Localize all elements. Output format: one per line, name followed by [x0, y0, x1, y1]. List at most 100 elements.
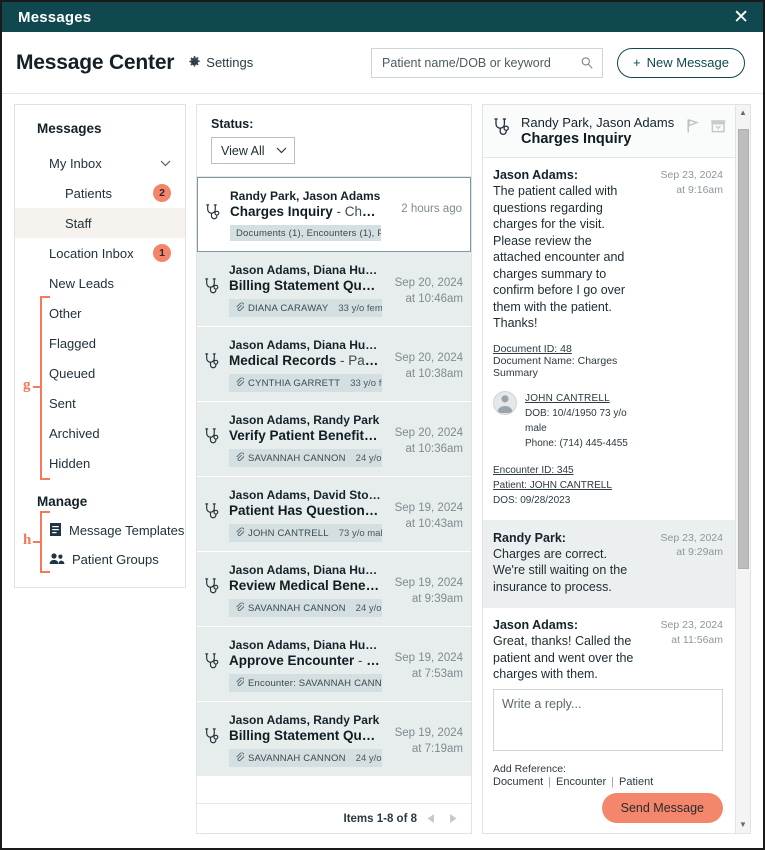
message-subject: Charges Inquiry - Charge…: [230, 204, 381, 219]
message-subject-main: Billing Statement Ques: [229, 278, 377, 293]
scrollbar-thumb[interactable]: [737, 129, 749, 569]
message-tag-name: CYNTHIA GARRETT: [248, 377, 341, 389]
detail-subject: Charges Inquiry: [521, 131, 632, 147]
annotation-bracket-h: [40, 511, 50, 573]
message-list-item[interactable]: Jason Adams, Randy Park Verify Patient Be…: [197, 402, 471, 477]
message-tag-name: SAVANNAH CANNON: [248, 752, 346, 764]
sidebar: Messages My Inbox Patients 2 Staff Location …: [14, 104, 186, 588]
message-subject-main: Verify Patient Benefits: [229, 428, 372, 443]
sidebar-item-label: Hidden: [49, 455, 91, 471]
search-box[interactable]: [371, 47, 604, 78]
message-subject-preview: - Patient…: [340, 353, 382, 368]
status-filter-bar: Status: View All: [197, 105, 471, 177]
message-list-item[interactable]: Jason Adams, Diana Hudson Billing Stateme…: [197, 252, 471, 327]
search-input[interactable]: [382, 55, 581, 70]
message-subject-main: Medical Records: [229, 353, 337, 368]
sidebar-item-label: Sent: [49, 395, 76, 411]
message-tag-demographics: 33 y/o female: [350, 377, 382, 389]
send-message-button[interactable]: Send Message: [601, 793, 723, 823]
message-list-item[interactable]: Jason Adams, Diana Hudson Medical Records…: [197, 327, 471, 402]
message-list-item[interactable]: Jason Adams, Diana Hudson Review Medical …: [197, 552, 471, 627]
message-reference-tag: Encounter: SAVANNAH CANNON: [229, 674, 382, 692]
scroll-down-icon[interactable]: ▼: [739, 819, 747, 831]
sidebar-item-new-leads[interactable]: New Leads: [15, 268, 185, 298]
annotation-dash-g: [33, 386, 40, 388]
message-item-body: Jason Adams, Diana Hudson Approve Encount…: [229, 638, 382, 692]
message-timestamp: Sep 19, 2024 at 7:53am: [394, 652, 463, 680]
paperclip-icon: [235, 302, 245, 315]
avatar: [493, 390, 517, 415]
sidebar-item-label: Patients: [65, 185, 112, 201]
flag-icon[interactable]: [686, 118, 701, 139]
sidebar-item-label: My Inbox: [49, 155, 102, 171]
thread-message-clock: at 9:29am: [676, 546, 723, 559]
message-participants: Jason Adams, Diana Hudson: [229, 638, 382, 652]
stethoscope-icon: [204, 577, 222, 602]
add-reference-patient-link[interactable]: Patient: [619, 776, 653, 788]
reply-input[interactable]: [493, 689, 723, 751]
detail-scrollbar[interactable]: ▲ ▼: [735, 105, 750, 833]
detail-header-text: Randy Park, Jason Adams Charges Inquiry: [521, 115, 678, 147]
header-actions: + New Message: [371, 47, 745, 78]
message-tag-demographics: 73 y/o male: [338, 527, 382, 539]
annotation-bracket-g: [40, 296, 50, 480]
thread-message-body: Jason Adams: The patient called with ques…: [493, 168, 641, 508]
message-tag-name: Documents (1), Encounters (1), Patients: [236, 227, 381, 239]
message-item-body: Jason Adams, Diana Hudson Billing Stateme…: [229, 263, 382, 317]
encounter-id-link[interactable]: Encounter ID: 345: [493, 463, 641, 478]
add-reference-document-link[interactable]: Document: [493, 776, 543, 788]
sidebar-item-location-inbox[interactable]: Location Inbox 1: [15, 238, 185, 268]
paperclip-icon: [235, 677, 245, 690]
new-message-label: New Message: [646, 55, 729, 70]
message-subject: Medical Records - Patient…: [229, 353, 382, 368]
message-subject: Verify Patient Benefits - …: [229, 428, 382, 443]
chevron-down-icon[interactable]: [160, 160, 171, 167]
message-subject-main: Approve Encounter: [229, 653, 355, 668]
detail-actions: [686, 115, 727, 139]
stethoscope-icon: [204, 352, 222, 377]
search-icon[interactable]: [580, 56, 594, 70]
archive-icon[interactable]: [710, 118, 727, 139]
close-icon[interactable]: ✕: [729, 8, 753, 27]
document-id-link[interactable]: Document ID: 48: [493, 343, 641, 355]
thread-message-author: Jason Adams:: [493, 618, 578, 632]
pagination-text: Items 1-8 of 8: [343, 812, 418, 825]
message-tag-name: SAVANNAH CANNON: [248, 452, 346, 464]
sidebar-item-staff[interactable]: Staff: [15, 208, 185, 238]
message-list-item[interactable]: Randy Park, Jason Adams Charges Inquiry -…: [197, 177, 471, 252]
message-timestamp: Sep 19, 2024 at 9:39am: [394, 577, 463, 605]
sidebar-item-my-inbox[interactable]: My Inbox: [15, 148, 185, 178]
sidebar-item-label: Location Inbox: [49, 245, 134, 261]
thread-message-time: Sep 23, 2024 at 9:29am: [647, 531, 723, 596]
sidebar-manage-title: Manage: [37, 494, 88, 509]
window-title: Messages: [18, 8, 92, 26]
sidebar-manage-item-label: Message Templates: [69, 523, 185, 538]
thread-message-body: Randy Park: Charges are correct. We're st…: [493, 531, 641, 596]
scroll-up-icon[interactable]: ▲: [739, 107, 747, 119]
pagination-next-icon[interactable]: [446, 812, 459, 825]
message-list-item[interactable]: Jason Adams, Randy Park Billing Statement…: [197, 702, 471, 777]
pagination-prev-icon[interactable]: [425, 812, 438, 825]
patient-info: JOHN CANTRELL DOB: 10/4/1950 73 y/o male P…: [525, 391, 641, 451]
new-message-button[interactable]: + New Message: [617, 47, 745, 78]
message-list-item[interactable]: Jason Adams, Diana Hudson Approve Encount…: [197, 627, 471, 702]
status-select[interactable]: View All: [211, 137, 295, 164]
message-reference-tag: DIANA CARAWAY 33 y/o female: [229, 299, 382, 317]
paperclip-icon: [235, 752, 245, 765]
message-participants: Jason Adams, Randy Park: [229, 413, 380, 427]
encounter-patient-link[interactable]: Patient: JOHN CANTRELL: [493, 478, 641, 493]
message-participants: Jason Adams, Diana Hudson: [229, 338, 382, 352]
thread-message-author: Jason Adams:: [493, 168, 578, 182]
message-reference-tag: JOHN CANTRELL 73 y/o male: [229, 524, 382, 542]
settings-link[interactable]: Settings: [188, 55, 253, 70]
scrollbar-track[interactable]: [737, 121, 749, 817]
message-list[interactable]: Randy Park, Jason Adams Charges Inquiry -…: [197, 177, 471, 803]
patient-name-link[interactable]: JOHN CANTRELL: [525, 391, 641, 406]
sidebar-item-patients[interactable]: Patients 2: [15, 178, 185, 208]
message-tag-name: JOHN CANTRELL: [248, 527, 329, 539]
status-label: Status:: [211, 117, 254, 131]
message-timestamp: 2 hours ago: [401, 203, 462, 215]
message-list-item[interactable]: Jason Adams, David Stone Patient Has Ques…: [197, 477, 471, 552]
add-reference-encounter-link[interactable]: Encounter: [556, 776, 606, 788]
stethoscope-icon: [204, 727, 222, 752]
